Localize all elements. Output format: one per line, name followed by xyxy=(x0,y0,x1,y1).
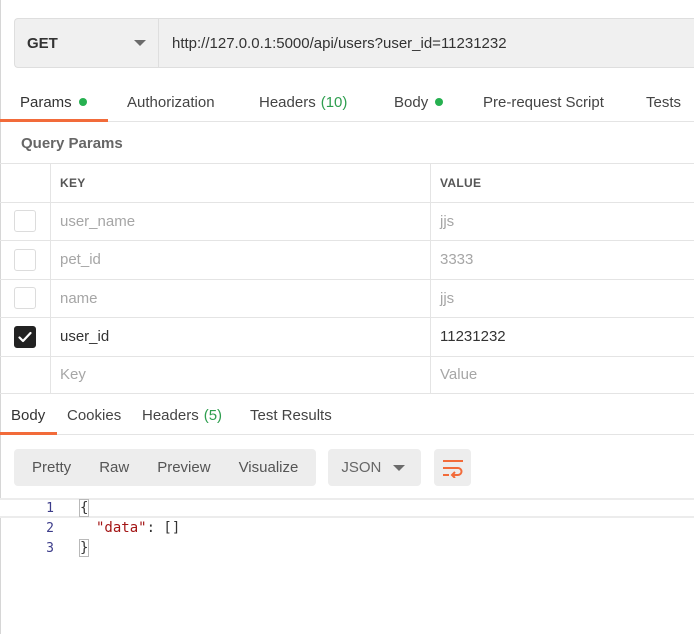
param-value[interactable]: jjs xyxy=(431,203,694,241)
table-header-row: KEY VALUE xyxy=(0,163,694,202)
status-dot-icon xyxy=(78,98,87,106)
param-key[interactable]: user_name xyxy=(51,202,431,240)
tab-label: Test Results xyxy=(250,406,332,424)
code-line: 1 { xyxy=(0,498,694,518)
view-visualize-button[interactable]: Visualize xyxy=(225,449,313,486)
table-row: pet_id 3333 xyxy=(0,240,694,279)
tab-body[interactable]: Body xyxy=(394,82,444,122)
column-header-key: KEY xyxy=(51,164,431,202)
tab-label: Headers xyxy=(259,93,316,111)
params-table: KEY VALUE user_name jjs pet_id 3333 name… xyxy=(0,163,694,394)
new-key-input[interactable]: Key xyxy=(51,356,431,393)
status-dot-icon xyxy=(435,98,444,106)
tab-response-body[interactable]: Body xyxy=(11,395,45,435)
tab-count: (5) xyxy=(203,406,223,424)
tab-label: Headers xyxy=(142,406,199,424)
line-number: 2 xyxy=(46,520,54,536)
tab-tests[interactable]: Tests xyxy=(646,82,681,122)
tab-params[interactable]: Params xyxy=(20,82,87,122)
method-label: GET xyxy=(27,34,58,52)
line-number: 1 xyxy=(46,500,54,516)
code-text: "data": [] xyxy=(96,520,180,536)
active-tab-indicator xyxy=(0,119,108,122)
chevron-down-icon xyxy=(393,464,406,471)
tab-label: Pre-request Script xyxy=(483,93,604,111)
table-row: user_id 11231232 xyxy=(0,317,694,356)
param-key[interactable]: pet_id xyxy=(51,241,431,279)
table-row: name jjs xyxy=(0,278,694,318)
header-check-cell xyxy=(0,164,51,202)
param-value[interactable]: jjs xyxy=(431,280,694,318)
url-input[interactable]: http://127.0.0.1:5000/api/users?user_id=… xyxy=(158,18,694,68)
tab-label: Body xyxy=(394,93,429,111)
response-body-editor[interactable]: 1 { 2 "data": [] 3 } xyxy=(0,498,694,558)
tab-cookies[interactable]: Cookies xyxy=(67,395,121,435)
view-preview-button[interactable]: Preview xyxy=(143,449,224,486)
row-checkbox[interactable] xyxy=(14,248,36,271)
response-tabs: Body Cookies Headers (5) Test Results xyxy=(0,395,694,435)
tab-label: Tests xyxy=(646,93,682,111)
param-value[interactable]: 11231232 xyxy=(431,318,694,356)
wrap-lines-button[interactable] xyxy=(434,449,472,486)
code-line: 3 } xyxy=(0,538,694,558)
tab-headers[interactable]: Headers (10) xyxy=(259,82,347,122)
check-icon xyxy=(18,331,32,342)
json-key: "data" xyxy=(96,520,147,536)
query-params-title: Query Params xyxy=(21,135,123,152)
tab-authorization[interactable]: Authorization xyxy=(127,82,215,122)
row-checkbox[interactable] xyxy=(14,210,36,233)
tab-test-results[interactable]: Test Results xyxy=(250,395,332,435)
new-value-input[interactable]: Value xyxy=(431,357,694,394)
chevron-down-icon xyxy=(134,40,146,46)
param-key[interactable]: user_id xyxy=(51,318,431,356)
request-tabs: Params Authorization Headers (10) Body P… xyxy=(0,82,694,122)
response-toolbar: Pretty Raw Preview Visualize JSON xyxy=(14,449,472,486)
row-checkbox-checked[interactable] xyxy=(14,325,36,348)
method-select[interactable]: GET xyxy=(14,18,158,68)
line-number: 3 xyxy=(46,540,54,556)
view-raw-button[interactable]: Raw xyxy=(85,449,143,486)
tab-label: Body xyxy=(11,406,46,424)
format-label: JSON xyxy=(341,459,382,476)
param-value[interactable]: 3333 xyxy=(431,241,694,279)
code-line: 2 "data": [] xyxy=(0,518,694,538)
tab-pre-request-script[interactable]: Pre-request Script xyxy=(483,82,604,122)
row-checkbox[interactable] xyxy=(14,287,36,310)
tab-label: Cookies xyxy=(67,406,122,424)
empty-check-cell xyxy=(0,356,51,393)
param-key[interactable]: name xyxy=(51,279,431,317)
view-pretty-button[interactable]: Pretty xyxy=(18,449,85,486)
format-select[interactable]: JSON xyxy=(328,449,422,486)
tab-label: Params xyxy=(20,93,72,111)
code-text: } xyxy=(78,539,90,557)
active-tab-indicator xyxy=(0,432,57,435)
table-row-new: Key Value xyxy=(0,355,694,394)
view-mode-group: Pretty Raw Preview Visualize xyxy=(14,449,317,486)
wrap-lines-icon xyxy=(442,459,463,478)
tab-response-headers[interactable]: Headers (5) xyxy=(142,395,222,435)
tab-label: Authorization xyxy=(127,93,215,111)
code-text: { xyxy=(78,499,90,517)
tab-count: (10) xyxy=(320,93,348,111)
table-row: user_name jjs xyxy=(0,201,694,241)
json-rest: : [] xyxy=(146,520,181,536)
column-header-value: VALUE xyxy=(440,175,482,190)
request-url-bar: GET http://127.0.0.1:5000/api/users?user… xyxy=(14,18,694,68)
